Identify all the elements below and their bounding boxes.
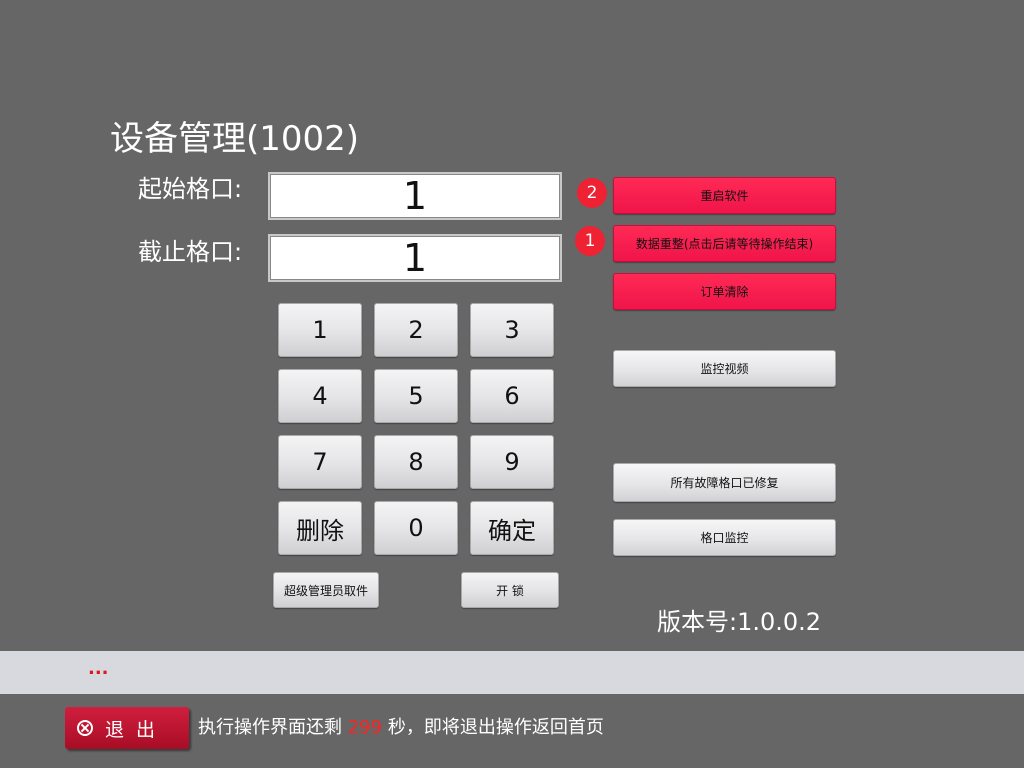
data-reset-badge: 1 xyxy=(575,226,605,256)
key-2[interactable]: 2 xyxy=(374,303,458,357)
start-slot-label: 起始格口: xyxy=(138,175,243,203)
start-slot-input[interactable]: 1 xyxy=(268,172,562,220)
key-6[interactable]: 6 xyxy=(470,369,554,423)
key-4[interactable]: 4 xyxy=(278,369,362,423)
key-0[interactable]: 0 xyxy=(374,501,458,555)
countdown-suffix: 秒，即将退出操作返回首页 xyxy=(387,717,604,738)
countdown-message: 执行操作界面还剩 299 秒，即将退出操作返回首页 xyxy=(198,714,604,742)
countdown-seconds: 299 xyxy=(347,717,383,738)
restart-software-button[interactable]: 重启软件 xyxy=(613,177,836,214)
exit-button[interactable]: 退出 xyxy=(65,707,189,749)
close-circle-icon xyxy=(77,720,93,736)
end-slot-label: 截止格口: xyxy=(138,238,243,266)
super-admin-pickup-button[interactable]: 超级管理员取件 xyxy=(273,572,379,608)
unlock-button[interactable]: 开 锁 xyxy=(461,572,559,608)
version-label: 版本号:1.0.0.2 xyxy=(657,608,822,636)
delete-key[interactable]: 删除 xyxy=(278,501,362,555)
key-8[interactable]: 8 xyxy=(374,435,458,489)
status-message: ... xyxy=(88,658,109,679)
key-7[interactable]: 7 xyxy=(278,435,362,489)
exit-button-label: 退出 xyxy=(105,718,168,741)
restart-badge: 2 xyxy=(577,178,607,208)
data-reset-button[interactable]: 数据重整(点击后请等待操作结束) xyxy=(613,225,836,262)
key-1[interactable]: 1 xyxy=(278,303,362,357)
status-bar xyxy=(0,651,1024,694)
key-3[interactable]: 3 xyxy=(470,303,554,357)
monitor-video-button[interactable]: 监控视频 xyxy=(613,350,836,387)
all-faults-fixed-button[interactable]: 所有故障格口已修复 xyxy=(613,463,836,502)
confirm-key[interactable]: 确定 xyxy=(470,501,554,555)
page-title: 设备管理(1002) xyxy=(110,119,360,159)
countdown-prefix: 执行操作界面还剩 xyxy=(198,717,342,738)
key-5[interactable]: 5 xyxy=(374,369,458,423)
slot-monitor-button[interactable]: 格口监控 xyxy=(613,519,836,556)
key-9[interactable]: 9 xyxy=(470,435,554,489)
clear-orders-button[interactable]: 订单清除 xyxy=(613,273,836,310)
end-slot-input[interactable]: 1 xyxy=(268,234,562,282)
